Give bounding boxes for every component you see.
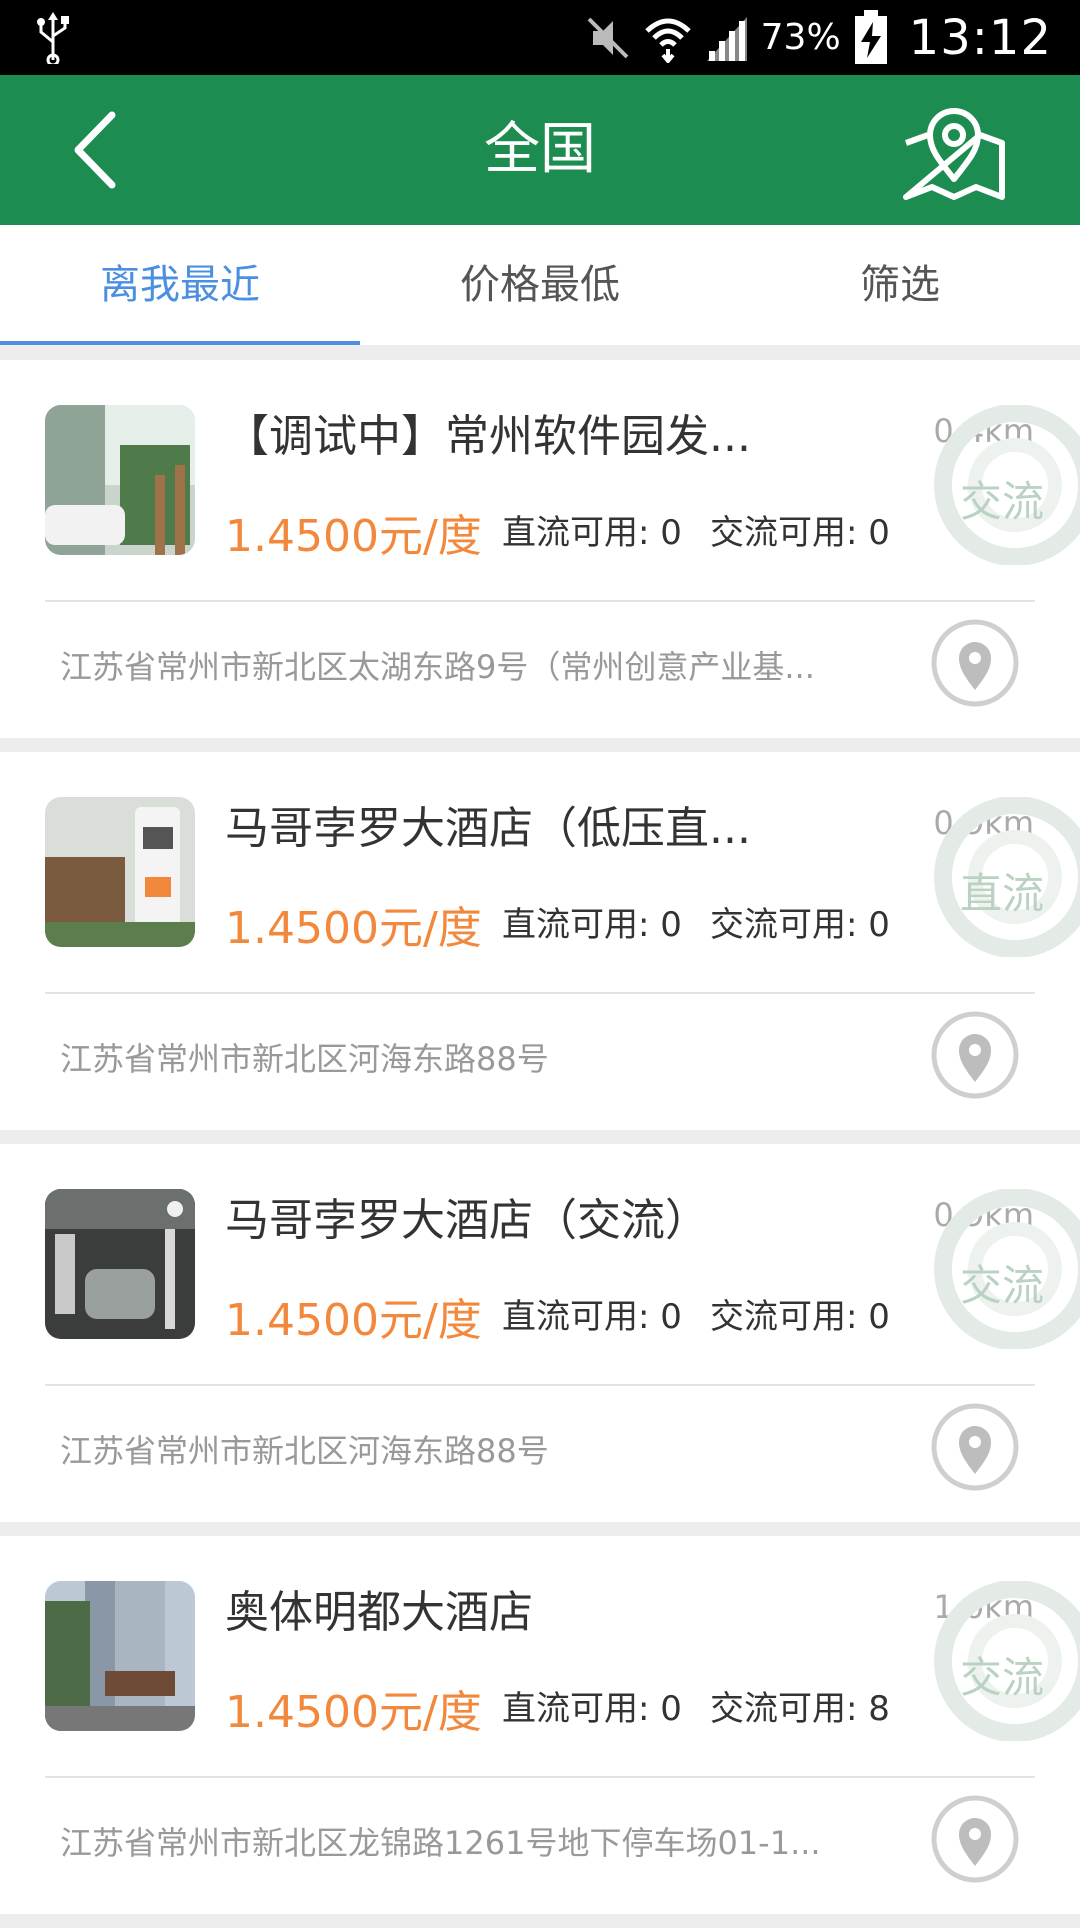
station-photo bbox=[45, 797, 195, 947]
battery-percent: 73% bbox=[760, 17, 841, 58]
station-card[interactable]: 马哥孛罗大酒店（交流） 1.4500元/度 直流可用: 0 交流可用: 0 0.… bbox=[0, 1144, 1080, 1522]
divider bbox=[45, 992, 1035, 994]
tab-lowest-price[interactable]: 价格最低 bbox=[360, 225, 720, 345]
tab-filter[interactable]: 筛选 bbox=[720, 225, 1080, 345]
status-bar: 73% 13:12 bbox=[0, 0, 1080, 75]
station-card[interactable]: 奥体明都大酒店 1.4500元/度 直流可用: 0 交流可用: 8 1.0km … bbox=[0, 1536, 1080, 1914]
divider bbox=[45, 1776, 1035, 1778]
usb-icon bbox=[37, 12, 69, 64]
charge-type-label: 交流 bbox=[960, 1653, 1045, 1702]
station-name: 【调试中】常州软件园发... bbox=[225, 411, 751, 462]
dc-available: 直流可用: 0 bbox=[502, 1297, 682, 1337]
station-photo bbox=[45, 405, 195, 555]
station-address: 江苏省常州市新北区太湖东路9号（常州创意产业基... bbox=[60, 648, 815, 686]
sort-tabs: 离我最近 价格最低 筛选 bbox=[0, 225, 1080, 345]
charge-type-label: 直流 bbox=[960, 869, 1045, 918]
ac-available: 交流可用: 0 bbox=[710, 513, 890, 553]
divider bbox=[45, 1384, 1035, 1386]
signal-icon bbox=[706, 16, 747, 61]
map-location-icon[interactable] bbox=[898, 103, 1010, 203]
station-name: 马哥孛罗大酒店（低压直... bbox=[225, 803, 751, 854]
station-name: 奥体明都大酒店 bbox=[225, 1587, 533, 1638]
clock: 13:12 bbox=[908, 9, 1052, 66]
location-pin-icon[interactable] bbox=[930, 1794, 1020, 1884]
station-price: 1.4500元/度 bbox=[225, 903, 482, 954]
location-pin-icon[interactable] bbox=[930, 1402, 1020, 1492]
station-card[interactable]: 马哥孛罗大酒店（低压直... 1.4500元/度 直流可用: 0 交流可用: 0… bbox=[0, 752, 1080, 1130]
ac-available: 交流可用: 0 bbox=[710, 1297, 890, 1337]
station-card[interactable]: 【调试中】常州软件园发... 1.4500元/度 直流可用: 0 交流可用: 0… bbox=[0, 360, 1080, 738]
ac-available: 交流可用: 8 bbox=[710, 1689, 890, 1729]
dc-available: 直流可用: 0 bbox=[502, 513, 682, 553]
station-list: 【调试中】常州软件园发... 1.4500元/度 直流可用: 0 交流可用: 0… bbox=[0, 360, 1080, 1928]
station-photo bbox=[45, 1189, 195, 1339]
wifi-icon bbox=[644, 18, 691, 63]
divider bbox=[45, 600, 1035, 602]
dc-available: 直流可用: 0 bbox=[502, 905, 682, 945]
location-pin-icon[interactable] bbox=[930, 1010, 1020, 1100]
location-pin-icon[interactable] bbox=[930, 618, 1020, 708]
charge-type-label: 交流 bbox=[960, 1261, 1045, 1310]
active-tab-indicator bbox=[0, 341, 360, 345]
station-price: 1.4500元/度 bbox=[225, 1687, 482, 1738]
tab-nearest[interactable]: 离我最近 bbox=[0, 225, 360, 345]
station-address: 江苏省常州市新北区河海东路88号 bbox=[60, 1040, 549, 1078]
station-address: 江苏省常州市新北区龙锦路1261号地下停车场01-1... bbox=[60, 1824, 821, 1862]
station-address: 江苏省常州市新北区河海东路88号 bbox=[60, 1432, 549, 1470]
charge-type-label: 交流 bbox=[960, 477, 1045, 526]
dc-available: 直流可用: 0 bbox=[502, 1689, 682, 1729]
station-price: 1.4500元/度 bbox=[225, 511, 482, 562]
station-name: 马哥孛罗大酒店（交流） bbox=[225, 1195, 709, 1246]
station-price: 1.4500元/度 bbox=[225, 1295, 482, 1346]
station-photo bbox=[45, 1581, 195, 1731]
app-bar: 全国 bbox=[0, 75, 1080, 225]
battery-charging-icon bbox=[854, 9, 887, 64]
mute-icon bbox=[587, 17, 629, 58]
ac-available: 交流可用: 0 bbox=[710, 905, 890, 945]
